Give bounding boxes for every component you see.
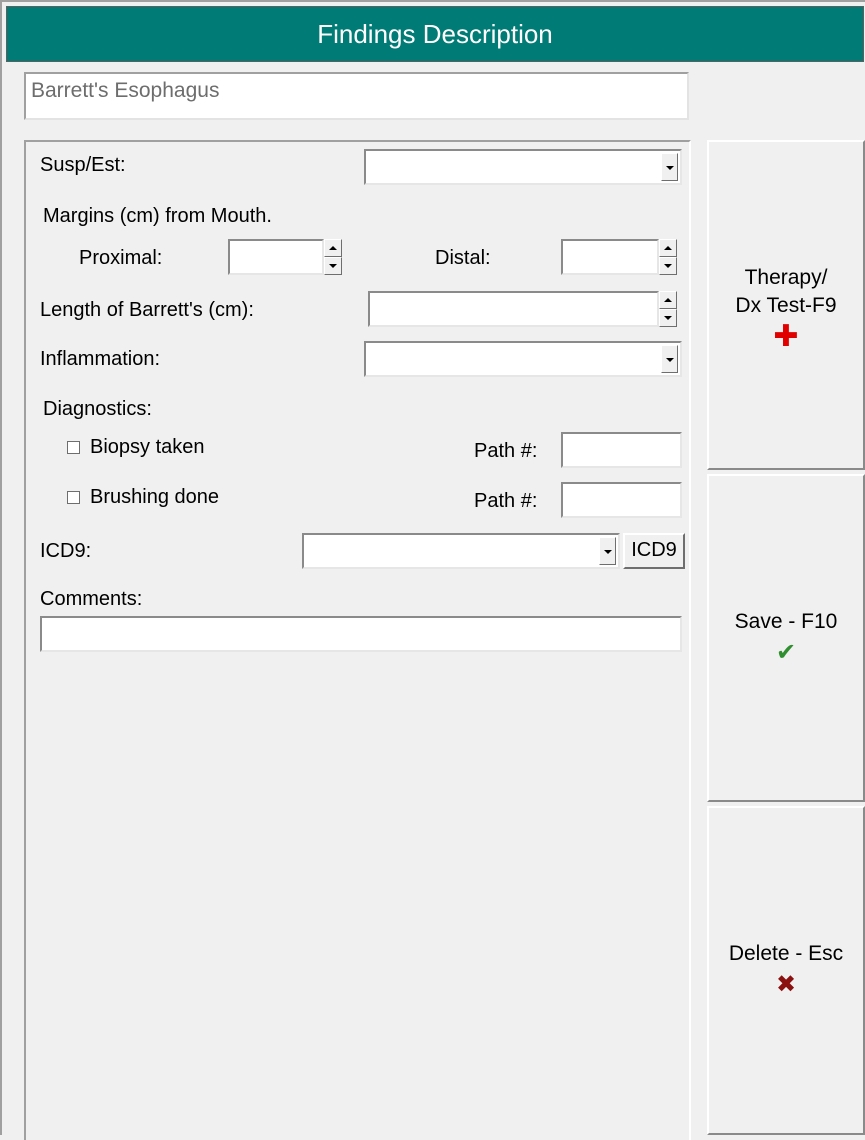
chevron-down-icon[interactable] bbox=[661, 153, 678, 181]
brushing-checkbox[interactable] bbox=[67, 491, 80, 504]
brushing-path-input[interactable] bbox=[561, 482, 682, 518]
biopsy-label: Biopsy taken bbox=[90, 436, 205, 458]
x-icon: ✖ bbox=[775, 971, 797, 998]
length-spinner[interactable] bbox=[659, 291, 677, 327]
distal-input[interactable] bbox=[561, 239, 677, 275]
spin-up-icon[interactable] bbox=[659, 291, 677, 309]
spin-down-icon[interactable] bbox=[659, 257, 677, 275]
comments-input[interactable] bbox=[40, 616, 682, 652]
spin-up-icon[interactable] bbox=[324, 239, 342, 257]
biopsy-checkbox[interactable] bbox=[67, 441, 80, 454]
distal-label: Distal: bbox=[435, 247, 491, 269]
icd9-dropdown[interactable] bbox=[302, 533, 620, 569]
spin-down-icon[interactable] bbox=[659, 309, 677, 327]
susp-est-dropdown[interactable] bbox=[364, 149, 682, 185]
margins-label: Margins (cm) from Mouth. bbox=[43, 205, 272, 227]
proximal-label: Proximal: bbox=[79, 247, 163, 269]
length-input[interactable] bbox=[368, 291, 677, 327]
proximal-input[interactable] bbox=[228, 239, 342, 275]
susp-est-label: Susp/Est: bbox=[40, 154, 126, 176]
biopsy-path-label: Path #: bbox=[474, 440, 538, 462]
plus-icon: ✚ bbox=[773, 320, 799, 353]
delete-button[interactable]: Delete - Esc ✖ bbox=[707, 806, 865, 1135]
therapy-dx-test-button[interactable]: Therapy/ Dx Test-F9 ✚ bbox=[707, 140, 865, 470]
inflammation-dropdown[interactable] bbox=[364, 341, 682, 377]
check-icon: ✔ bbox=[775, 639, 797, 666]
finding-name-field[interactable]: Barrett's Esophagus bbox=[24, 72, 689, 120]
comments-label: Comments: bbox=[40, 588, 143, 610]
delete-label: Delete - Esc bbox=[728, 942, 844, 965]
therapy-label-line1: Therapy/ bbox=[744, 266, 828, 289]
icd9-button[interactable]: ICD9 bbox=[623, 533, 685, 569]
icd9-label: ICD9: bbox=[40, 540, 92, 562]
chevron-down-icon[interactable] bbox=[599, 537, 616, 565]
spin-up-icon[interactable] bbox=[659, 239, 677, 257]
spin-down-icon[interactable] bbox=[324, 257, 342, 275]
chevron-down-icon[interactable] bbox=[661, 345, 678, 373]
length-label: Length of Barrett's (cm): bbox=[40, 299, 254, 321]
inflammation-label: Inflammation: bbox=[40, 348, 161, 370]
form-panel: Susp/Est: Margins (cm) from Mouth. Proxi… bbox=[24, 140, 691, 1140]
biopsy-path-input[interactable] bbox=[561, 432, 682, 468]
brushing-path-label: Path #: bbox=[474, 490, 538, 512]
therapy-label-line2: Dx Test-F9 bbox=[735, 294, 837, 317]
save-label: Save - F10 bbox=[734, 610, 838, 633]
page-title: Findings Description bbox=[6, 6, 864, 62]
brushing-label: Brushing done bbox=[90, 486, 219, 508]
proximal-spinner[interactable] bbox=[324, 239, 342, 275]
diagnostics-label: Diagnostics: bbox=[43, 398, 152, 420]
save-button[interactable]: Save - F10 ✔ bbox=[707, 474, 865, 802]
distal-spinner[interactable] bbox=[659, 239, 677, 275]
